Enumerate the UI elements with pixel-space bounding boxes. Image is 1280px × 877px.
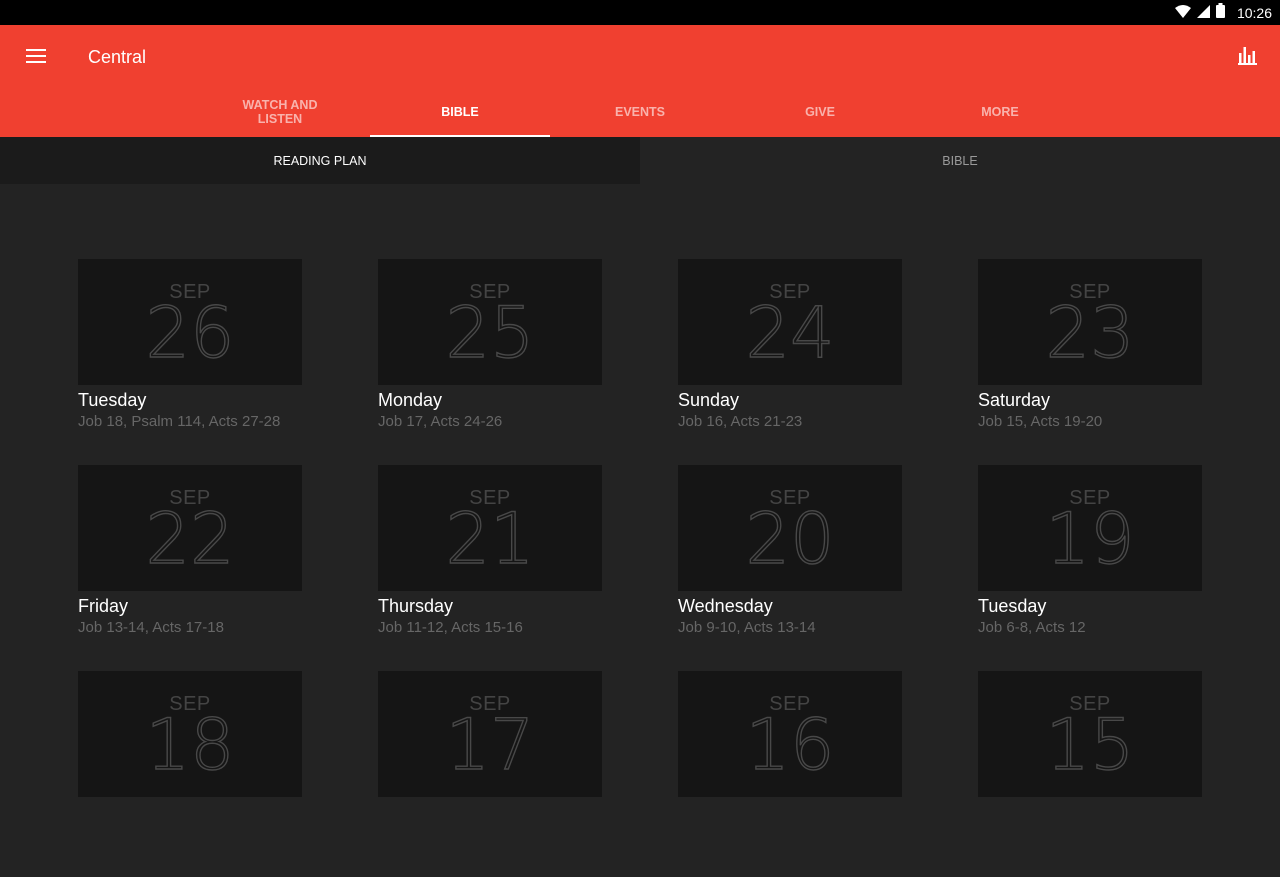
wifi-icon xyxy=(1174,3,1191,22)
day-weekday: Saturday xyxy=(978,390,1051,410)
tab-label: WATCH AND LISTEN xyxy=(242,98,318,126)
subtab-label: BIBLE xyxy=(942,153,978,168)
date-day: 15 xyxy=(1045,704,1135,786)
day-card[interactable]: SEP 21 Thursday Job 11-12, Acts 15-16 xyxy=(378,465,602,671)
date-tile: SEP 26 xyxy=(78,259,302,385)
day-card[interactable]: SEP 23 Saturday Job 15, Acts 19-20 xyxy=(978,259,1202,465)
app-bar: Central WATCH AND LISTEN BIBLE EVENTS GI… xyxy=(0,25,1280,137)
day-weekday: Friday xyxy=(78,596,129,616)
day-readings: Job 6-8, Acts 12 xyxy=(978,619,1086,636)
status-bar: 10:26 xyxy=(0,0,1280,25)
tab-give[interactable]: GIVE xyxy=(730,87,910,137)
reading-plan-grid: SEP 26 Tuesday Job 18, Psalm 114, Acts 2… xyxy=(78,259,1202,877)
date-day: 16 xyxy=(745,704,835,786)
day-card[interactable]: SEP 24 Sunday Job 16, Acts 21-23 xyxy=(678,259,902,465)
day-readings: Job 15, Acts 19-20 xyxy=(978,413,1103,430)
app-title: Central xyxy=(88,47,147,67)
date-day: 21 xyxy=(445,498,535,580)
date-tile: SEP 18 xyxy=(78,671,302,797)
date-day: 18 xyxy=(145,704,235,786)
date-tile: SEP 19 xyxy=(978,465,1202,591)
day-readings: Job 18, Psalm 114, Acts 27-28 xyxy=(78,413,281,430)
day-weekday: Tuesday xyxy=(978,596,1047,616)
signal-icon xyxy=(1196,3,1210,22)
date-tile: SEP 16 xyxy=(678,671,902,797)
date-tile: SEP 23 xyxy=(978,259,1202,385)
tab-events[interactable]: EVENTS xyxy=(550,87,730,137)
tab-more[interactable]: MORE xyxy=(910,87,1090,137)
day-weekday: Tuesday xyxy=(78,390,147,410)
date-tile: SEP 20 xyxy=(678,465,902,591)
day-card[interactable]: SEP 20 Wednesday Job 9-10, Acts 13-14 xyxy=(678,465,902,671)
date-tile: SEP 24 xyxy=(678,259,902,385)
tab-watch-and-listen[interactable]: WATCH AND LISTEN xyxy=(190,87,370,137)
day-weekday: Thursday xyxy=(378,596,454,616)
day-weekday: Monday xyxy=(378,390,443,410)
day-readings: Job 11-12, Acts 15-16 xyxy=(378,619,523,636)
date-tile: SEP 21 xyxy=(378,465,602,591)
date-day: 22 xyxy=(145,498,235,580)
date-day: 24 xyxy=(745,292,835,374)
day-weekday: Wednesday xyxy=(678,596,773,616)
day-readings: Job 9-10, Acts 13-14 xyxy=(678,619,816,636)
sub-tabs: READING PLAN BIBLE xyxy=(0,137,1280,184)
date-day: 17 xyxy=(445,704,535,786)
date-tile: SEP 15 xyxy=(978,671,1202,797)
day-readings: Job 16, Acts 21-23 xyxy=(678,413,803,430)
tab-label: EVENTS xyxy=(614,105,665,119)
day-card[interactable]: SEP 15 xyxy=(978,671,1202,877)
date-day: 20 xyxy=(745,498,835,580)
day-card[interactable]: SEP 25 Monday Job 17, Acts 24-26 xyxy=(378,259,602,465)
tab-label: BIBLE xyxy=(441,105,479,119)
date-day: 23 xyxy=(1045,292,1135,374)
day-card[interactable]: SEP 17 xyxy=(378,671,602,877)
tab-label: MORE xyxy=(981,105,1019,119)
bar-chart-icon xyxy=(1238,45,1258,69)
battery-icon xyxy=(1215,3,1225,22)
hamburger-menu-icon xyxy=(26,48,46,67)
day-card[interactable]: SEP 18 xyxy=(78,671,302,877)
date-tile: SEP 17 xyxy=(378,671,602,797)
day-card[interactable]: SEP 26 Tuesday Job 18, Psalm 114, Acts 2… xyxy=(78,259,302,465)
status-time: 10:26 xyxy=(1236,4,1272,21)
date-day: 26 xyxy=(145,292,235,374)
date-day: 19 xyxy=(1045,498,1135,580)
day-card[interactable]: SEP 22 Friday Job 13-14, Acts 17-18 xyxy=(78,465,302,671)
main-tabs: WATCH AND LISTEN BIBLE EVENTS GIVE MORE xyxy=(190,87,1090,137)
date-tile: SEP 22 xyxy=(78,465,302,591)
subtab-reading-plan[interactable]: READING PLAN xyxy=(0,137,640,184)
menu-button[interactable] xyxy=(24,45,48,69)
tab-bible[interactable]: BIBLE xyxy=(370,87,550,137)
status-icons: 10:26 xyxy=(1174,0,1272,25)
day-weekday: Sunday xyxy=(678,390,740,410)
day-readings: Job 17, Acts 24-26 xyxy=(378,413,503,430)
day-card[interactable]: SEP 16 xyxy=(678,671,902,877)
subtab-bible[interactable]: BIBLE xyxy=(640,137,1280,184)
day-readings: Job 13-14, Acts 17-18 xyxy=(78,619,224,636)
date-tile: SEP 25 xyxy=(378,259,602,385)
date-day: 25 xyxy=(445,292,535,374)
day-card[interactable]: SEP 19 Tuesday Job 6-8, Acts 12 xyxy=(978,465,1202,671)
subtab-label: READING PLAN xyxy=(273,153,367,168)
audio-chart-button[interactable] xyxy=(1236,45,1260,69)
tab-label: GIVE xyxy=(805,105,835,119)
